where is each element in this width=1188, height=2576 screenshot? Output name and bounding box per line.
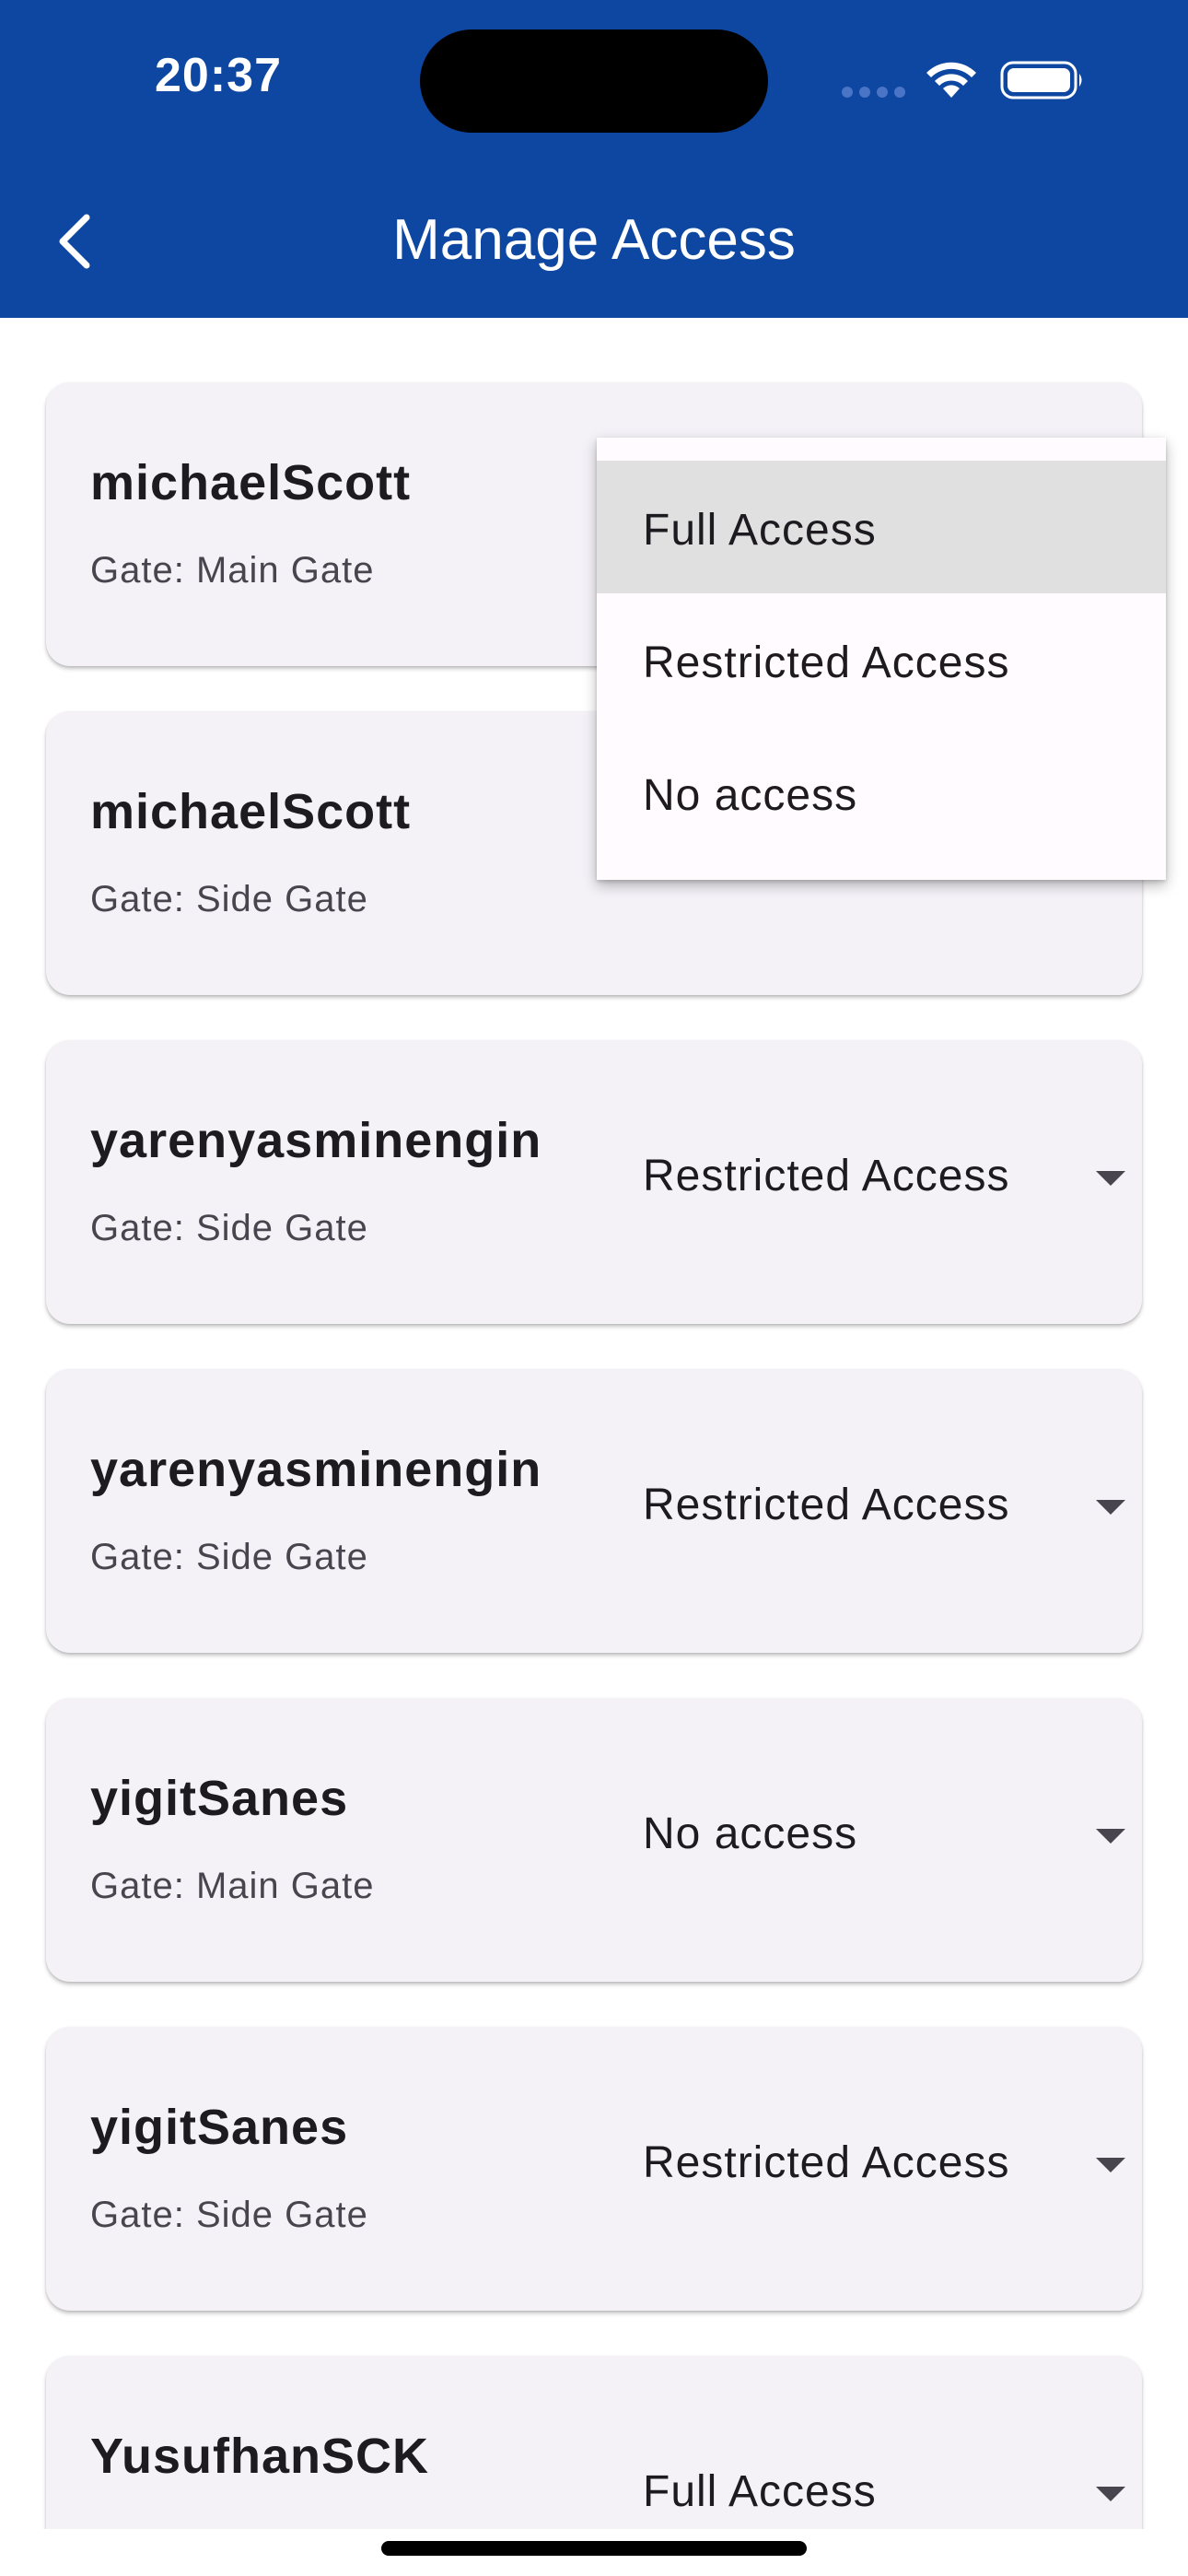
gate-label: Gate: Main Gate	[90, 1866, 375, 1906]
menu-item-label: Restricted Access	[643, 638, 1010, 687]
wifi-icon	[926, 62, 976, 98]
access-level-value: Restricted Access	[643, 1481, 1010, 1529]
username: yarenyasminengin	[90, 1442, 542, 1497]
menu-item-restricted-access[interactable]: Restricted Access	[597, 593, 1166, 726]
username: michaelScott	[90, 784, 412, 839]
access-card: yarenyasminengin Gate: Side Gate Restric…	[46, 1369, 1142, 1653]
access-level-dropdown[interactable]: Restricted Access	[643, 1461, 1125, 1572]
access-level-value: Restricted Access	[643, 1152, 1010, 1200]
username: yarenyasminengin	[90, 1113, 542, 1168]
access-level-dropdown[interactable]: Full Access	[643, 2448, 1125, 2529]
menu-item-no-access[interactable]: No access	[597, 726, 1166, 859]
access-level-value: Restricted Access	[643, 2138, 1010, 2187]
dropdown-arrow-icon	[1096, 1171, 1125, 1186]
access-level-dropdown[interactable]: Restricted Access	[643, 2119, 1125, 2230]
dropdown-arrow-icon	[1096, 2487, 1125, 2501]
gate-label: Gate: Side Gate	[90, 1537, 368, 1577]
gate-label: Gate: Main Gate	[90, 550, 375, 591]
status-time: 20:37	[155, 49, 282, 102]
access-level-dropdown[interactable]: No access	[643, 1790, 1125, 1901]
username: yigitSanes	[90, 2100, 349, 2155]
access-card: yigitSanes Gate: Side Gate Restricted Ac…	[46, 2027, 1142, 2311]
home-indicator[interactable]	[381, 2541, 807, 2556]
battery-icon	[1000, 61, 1082, 100]
access-level-value: No access	[643, 1809, 858, 1858]
access-card: YusufhanSCK Full Access	[46, 2356, 1142, 2529]
menu-item-full-access[interactable]: Full Access	[597, 461, 1166, 593]
username: yigitSanes	[90, 1771, 349, 1826]
username: michaelScott	[90, 455, 412, 510]
access-card: yigitSanes Gate: Main Gate No access	[46, 1698, 1142, 1982]
gate-label: Gate: Side Gate	[90, 1208, 368, 1248]
page-title: Manage Access	[392, 208, 796, 272]
access-card: yarenyasminengin Gate: Side Gate Restric…	[46, 1040, 1142, 1324]
menu-item-label: Full Access	[643, 506, 877, 555]
dropdown-arrow-icon	[1096, 2158, 1125, 2172]
dropdown-arrow-icon	[1096, 1500, 1125, 1515]
dropdown-arrow-icon	[1096, 1829, 1125, 1844]
gate-label: Gate: Side Gate	[90, 2195, 368, 2235]
username: YusufhanSCK	[90, 2429, 430, 2484]
dynamic-island	[420, 29, 768, 133]
access-level-dropdown[interactable]: Restricted Access	[643, 1132, 1125, 1243]
cellular-signal-icon	[842, 87, 906, 98]
access-level-menu: Full Access Restricted Access No access	[597, 438, 1166, 880]
access-level-value: Full Access	[643, 2467, 877, 2516]
app-bar: 20:37 Manage Access	[0, 0, 1188, 318]
gate-label: Gate: Side Gate	[90, 879, 368, 919]
menu-item-label: No access	[643, 771, 858, 820]
